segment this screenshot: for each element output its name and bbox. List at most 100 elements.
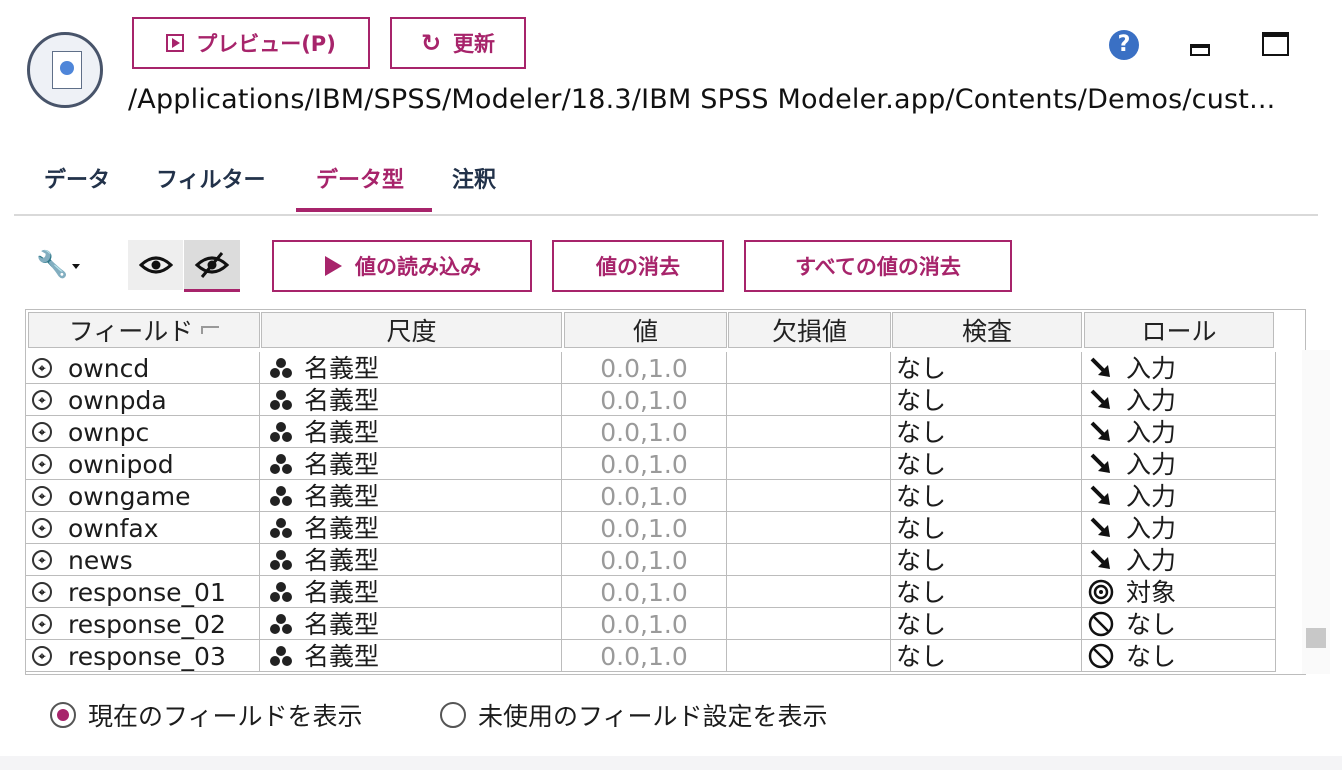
values-cell[interactable]: 0.0,1.0 <box>562 512 727 544</box>
field-cell[interactable]: ⌖ response_01 <box>26 576 260 608</box>
values-cell[interactable]: 0.0,1.0 <box>562 576 727 608</box>
check-cell[interactable]: なし <box>891 384 1082 416</box>
values-value: 0.0,1.0 <box>600 354 688 383</box>
wrench-icon[interactable]: 🔧 <box>36 250 68 280</box>
measurement-cell[interactable]: 名義型 <box>260 608 562 640</box>
tab-data[interactable]: データ <box>44 162 110 212</box>
field-cell[interactable]: ⌖ news <box>26 544 260 576</box>
missing-cell[interactable] <box>727 384 891 416</box>
check-cell[interactable]: なし <box>891 480 1082 512</box>
read-values-button[interactable]: 値の読み込み <box>272 240 532 292</box>
check-cell[interactable]: なし <box>891 416 1082 448</box>
measurement-cell[interactable]: 名義型 <box>260 512 562 544</box>
table-row[interactable]: ⌖ response_03 名義型 0.0,1.0 なし なし <box>26 640 1276 672</box>
role-cell[interactable]: 入力 <box>1082 512 1276 544</box>
measurement-cell[interactable]: 名義型 <box>260 416 562 448</box>
preview-button[interactable]: プレビュー(P) <box>132 17 370 69</box>
values-cell[interactable]: 0.0,1.0 <box>562 448 727 480</box>
field-cell[interactable]: ⌖ response_02 <box>26 608 260 640</box>
missing-cell[interactable] <box>727 512 891 544</box>
table-row[interactable]: ⌖ response_01 名義型 0.0,1.0 なし 対象 <box>26 576 1276 608</box>
measurement-cell[interactable]: 名義型 <box>260 640 562 672</box>
tab-filter[interactable]: フィルター <box>156 162 266 212</box>
radio-unselected-icon[interactable] <box>440 702 466 728</box>
values-cell[interactable]: 0.0,1.0 <box>562 608 727 640</box>
values-cell[interactable]: 0.0,1.0 <box>562 416 727 448</box>
help-icon[interactable]: ? <box>1109 30 1139 60</box>
missing-cell[interactable] <box>727 544 891 576</box>
check-cell[interactable]: なし <box>891 512 1082 544</box>
check-cell[interactable]: なし <box>891 544 1082 576</box>
field-cell[interactable]: ⌖ owngame <box>26 480 260 512</box>
table-row[interactable]: ⌖ owncd 名義型 0.0,1.0 なし 入力 <box>26 352 1276 384</box>
table-row[interactable]: ⌖ ownipod 名義型 0.0,1.0 なし 入力 <box>26 448 1276 480</box>
missing-cell[interactable] <box>727 352 891 384</box>
table-row[interactable]: ⌖ response_02 名義型 0.0,1.0 なし なし <box>26 608 1276 640</box>
measurement-cell[interactable]: 名義型 <box>260 480 562 512</box>
missing-cell[interactable] <box>727 448 891 480</box>
tab-types[interactable]: データ型 <box>296 162 432 212</box>
role-cell[interactable]: 入力 <box>1082 416 1276 448</box>
role-cell[interactable]: 入力 <box>1082 544 1276 576</box>
measurement-cell[interactable]: 名義型 <box>260 448 562 480</box>
column-header-values[interactable]: 値 <box>564 312 727 348</box>
refresh-button-label: 更新 <box>453 32 496 56</box>
table-row[interactable]: ⌖ news 名義型 0.0,1.0 なし 入力 <box>26 544 1276 576</box>
column-header-role[interactable]: ロール <box>1084 312 1274 348</box>
eye-off-icon[interactable] <box>184 240 240 292</box>
missing-cell[interactable] <box>727 608 891 640</box>
role-cell[interactable]: 入力 <box>1082 352 1276 384</box>
values-cell[interactable]: 0.0,1.0 <box>562 352 727 384</box>
measurement-cell[interactable]: 名義型 <box>260 544 562 576</box>
clear-all-values-button[interactable]: すべての値の消去 <box>744 240 1012 292</box>
measurement-cell[interactable]: 名義型 <box>260 576 562 608</box>
scroll-thumb[interactable] <box>1306 628 1326 648</box>
column-header-measurement[interactable]: 尺度 <box>261 312 562 348</box>
show-current-fields-option[interactable]: 現在のフィールドを表示 <box>50 697 363 733</box>
values-cell[interactable]: 0.0,1.0 <box>562 640 727 672</box>
table-row[interactable]: ⌖ ownfax 名義型 0.0,1.0 なし 入力 <box>26 512 1276 544</box>
field-cell[interactable]: ⌖ ownpda <box>26 384 260 416</box>
missing-cell[interactable] <box>727 480 891 512</box>
radio-selected-icon[interactable] <box>50 702 76 728</box>
role-cell[interactable]: 入力 <box>1082 448 1276 480</box>
minimize-icon[interactable] <box>1190 44 1210 56</box>
measurement-cell[interactable]: 名義型 <box>260 384 562 416</box>
column-header-check[interactable]: 検査 <box>892 312 1082 348</box>
missing-cell[interactable] <box>727 416 891 448</box>
column-header-field[interactable]: フィールド <box>28 312 260 348</box>
measurement-cell[interactable]: 名義型 <box>260 352 562 384</box>
missing-cell[interactable] <box>727 640 891 672</box>
values-cell[interactable]: 0.0,1.0 <box>562 544 727 576</box>
chevron-down-icon[interactable] <box>72 264 80 269</box>
tab-annotations[interactable]: 注釈 <box>452 162 496 212</box>
role-cell[interactable]: 対象 <box>1082 576 1276 608</box>
clear-values-button[interactable]: 値の消去 <box>552 240 724 292</box>
field-cell[interactable]: ⌖ ownpc <box>26 416 260 448</box>
table-row[interactable]: ⌖ ownpda 名義型 0.0,1.0 なし 入力 <box>26 384 1276 416</box>
check-cell[interactable]: なし <box>891 608 1082 640</box>
table-row[interactable]: ⌖ ownpc 名義型 0.0,1.0 なし 入力 <box>26 416 1276 448</box>
role-cell[interactable]: 入力 <box>1082 384 1276 416</box>
role-cell[interactable]: なし <box>1082 608 1276 640</box>
role-cell[interactable]: 入力 <box>1082 480 1276 512</box>
table-row[interactable]: ⌖ owngame 名義型 0.0,1.0 なし 入力 <box>26 480 1276 512</box>
vertical-scrollbar[interactable] <box>1302 350 1330 674</box>
field-cell[interactable]: ⌖ response_03 <box>26 640 260 672</box>
values-cell[interactable]: 0.0,1.0 <box>562 384 727 416</box>
check-cell[interactable]: なし <box>891 352 1082 384</box>
show-unused-fields-option[interactable]: 未使用のフィールド設定を表示 <box>440 697 828 733</box>
refresh-button[interactable]: ↻ 更新 <box>390 17 526 69</box>
missing-cell[interactable] <box>727 576 891 608</box>
check-cell[interactable]: なし <box>891 448 1082 480</box>
maximize-icon[interactable] <box>1262 32 1289 56</box>
values-cell[interactable]: 0.0,1.0 <box>562 480 727 512</box>
check-cell[interactable]: なし <box>891 576 1082 608</box>
field-cell[interactable]: ⌖ owncd <box>26 352 260 384</box>
field-cell[interactable]: ⌖ ownfax <box>26 512 260 544</box>
column-header-missing[interactable]: 欠損値 <box>728 312 891 348</box>
check-cell[interactable]: なし <box>891 640 1082 672</box>
role-cell[interactable]: なし <box>1082 640 1276 672</box>
field-cell[interactable]: ⌖ ownipod <box>26 448 260 480</box>
eye-icon[interactable] <box>128 240 183 290</box>
